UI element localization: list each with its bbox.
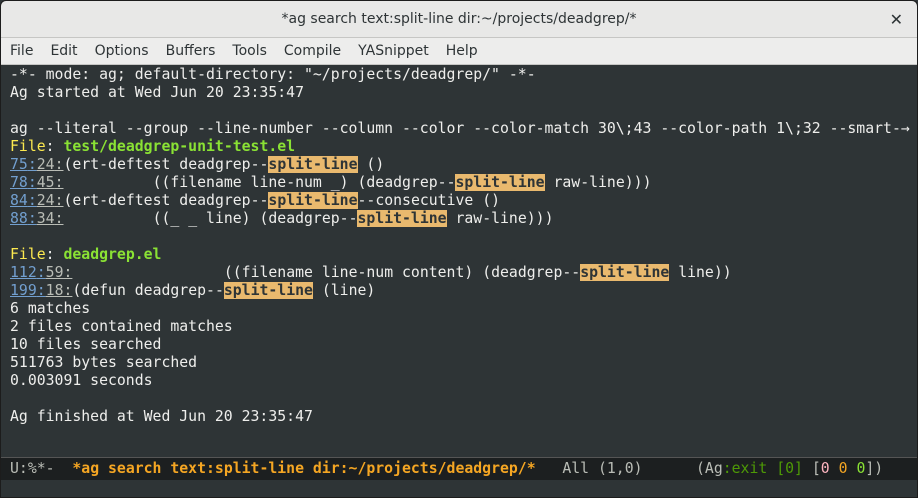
column-number[interactable]: 24 [37, 156, 55, 173]
match-suffix: line)) [669, 264, 732, 281]
modeline-mode: (Ag [696, 460, 723, 477]
column-number[interactable]: 34 [37, 210, 55, 227]
menu-file[interactable]: File [10, 43, 33, 59]
modeline-position: All (1,0) [562, 460, 643, 477]
match-highlight: split-line [455, 174, 545, 191]
file-header[interactable]: File: test/deadgrep-unit-test.el [10, 138, 917, 156]
line-number[interactable]: 88 [10, 210, 28, 227]
modeline-exit-code: [0] [776, 460, 803, 477]
stat-line: 6 matches [10, 300, 91, 317]
match-suffix: raw-line))) [446, 210, 554, 227]
match-line[interactable]: 84:24:(ert-deftest deadgrep--split-line-… [10, 192, 917, 210]
stat-line: 0.003091 seconds [10, 372, 153, 389]
match-line[interactable]: 78:45: ((filename line-num _) (deadgrep-… [10, 174, 917, 192]
command-line: ag --literal --group --line-number --col… [10, 120, 917, 138]
match-prefix: (ert-deftest deadgrep-- [63, 192, 269, 209]
mode-line: U:%*- *ag search text:split-line dir:~/p… [1, 457, 917, 480]
finished-line: Ag finished at Wed Jun 20 23:35:47 [10, 408, 313, 425]
file-header[interactable]: File: deadgrep.el [10, 246, 917, 264]
match-suffix: raw-line))) [544, 174, 652, 191]
match-prefix: ((_ _ line) (deadgrep-- [63, 210, 358, 227]
match-prefix: ((filename line-num content) (deadgrep-- [72, 264, 581, 281]
match-prefix: (ert-deftest deadgrep-- [63, 156, 269, 173]
mode-header: -*- mode: ag; default-directory: "~/proj… [10, 66, 536, 83]
match-line[interactable]: 75:24:(ert-deftest deadgrep--split-line … [10, 156, 917, 174]
close-icon[interactable]: ✕ [890, 10, 903, 29]
column-number[interactable]: 24 [37, 192, 55, 209]
modeline-bracket: ]) [865, 460, 884, 477]
match-highlight: split-line [357, 210, 447, 227]
menu-compile[interactable]: Compile [284, 43, 341, 59]
menu-help[interactable]: Help [446, 43, 478, 59]
window-title: *ag search text:split-line dir:~/project… [281, 11, 637, 27]
match-line[interactable]: 88:34: ((_ _ line) (deadgrep--split-line… [10, 210, 917, 228]
menu-yasnippet[interactable]: YASnippet [358, 43, 429, 59]
match-suffix: --consecutive () [357, 192, 501, 209]
file-path[interactable]: deadgrep.el [63, 246, 161, 263]
line-number[interactable]: 199 [10, 282, 37, 299]
emacs-window: *ag search text:split-line dir:~/project… [0, 0, 918, 498]
menu-edit[interactable]: Edit [50, 43, 77, 59]
modeline-error-count: 0 [820, 460, 830, 477]
match-highlight: split-line [223, 282, 313, 299]
modeline-warning-count: 0 [838, 460, 848, 477]
line-number[interactable]: 75 [10, 156, 28, 173]
command-text: ag --literal --group --line-number --col… [10, 120, 901, 137]
menu-buffers[interactable]: Buffers [166, 43, 216, 59]
column-number[interactable]: 18 [46, 282, 64, 299]
match-suffix: () [357, 156, 385, 173]
modeline-buffer-name: *ag search text:split-line dir:~/project… [72, 460, 536, 477]
modeline-bracket: [ [811, 460, 821, 477]
match-highlight: split-line [268, 192, 358, 209]
stat-line: 511763 bytes searched [10, 354, 198, 371]
match-highlight: split-line [268, 156, 358, 173]
match-prefix: (defun deadgrep-- [72, 282, 224, 299]
line-number[interactable]: 84 [10, 192, 28, 209]
column-number[interactable]: 59 [46, 264, 64, 281]
line-number[interactable]: 112 [10, 264, 37, 281]
match-prefix: ((filename line-num _) (deadgrep-- [63, 174, 456, 191]
line-number[interactable]: 78 [10, 174, 28, 191]
menu-options[interactable]: Options [95, 43, 149, 59]
title-bar: *ag search text:split-line dir:~/project… [1, 1, 917, 38]
ag-results-buffer[interactable]: -*- mode: ag; default-directory: "~/proj… [1, 65, 917, 457]
modeline-state: U:%*- [10, 460, 55, 477]
started-line: Ag started at Wed Jun 20 23:35:47 [10, 84, 304, 101]
match-line[interactable]: 112:59: ((filename line-num content) (de… [10, 264, 917, 282]
wrap-arrow-icon: → [900, 120, 910, 137]
stat-line: 10 files searched [10, 336, 162, 353]
file-label: File [10, 246, 46, 263]
column-number[interactable]: 45 [37, 174, 55, 191]
match-line[interactable]: 199:18:(defun deadgrep--split-line (line… [10, 282, 917, 300]
file-label: File [10, 138, 46, 155]
file-path[interactable]: test/deadgrep-unit-test.el [63, 138, 295, 155]
stat-line: 2 files contained matches [10, 318, 233, 335]
match-suffix: (line) [312, 282, 376, 299]
modeline-exit: :exit [722, 460, 768, 477]
menu-tools[interactable]: Tools [232, 43, 267, 59]
menu-bar: File Edit Options Buffers Tools Compile … [1, 38, 917, 65]
match-highlight: split-line [580, 264, 670, 281]
